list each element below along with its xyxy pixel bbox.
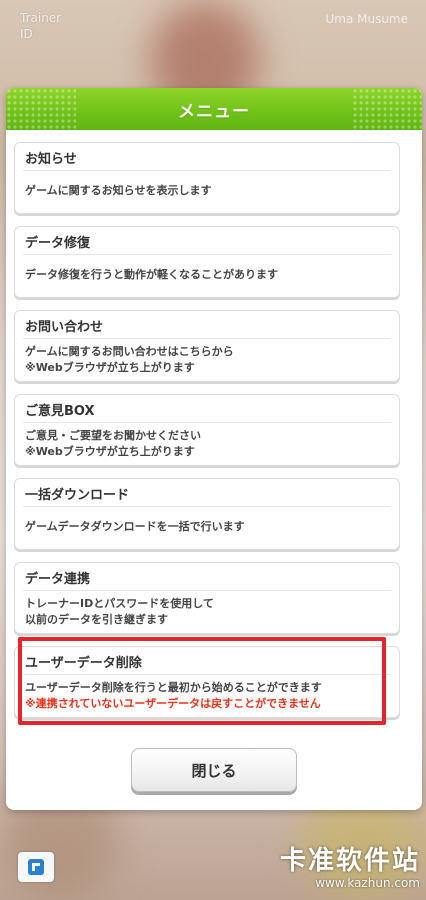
highlight-annotation-box [18,637,386,725]
background-header-right: Uma Musume [325,12,408,26]
menu-item-desc: トレーナーIDとパスワードを使用して [25,597,214,610]
divider [23,170,391,171]
menu-item-desc: ご意見・ご要望をお聞かせください [25,429,201,442]
menu-item-contact[interactable]: お問い合わせ ゲームに関するお問い合わせはこちらから ※Webブラウザが立ち上が… [14,310,400,382]
divider [23,254,391,255]
divider [23,506,391,507]
menu-item-notices[interactable]: お知らせ ゲームに関するお知らせを表示します [14,142,400,214]
watermark-url: www.kazhun.com [315,876,420,890]
background-header-text: Trainer ID [20,11,62,41]
menu-item-desc: ゲームデータダウンロードを一括で行います [25,520,245,533]
app-icon[interactable] [18,852,54,882]
menu-item-data-link[interactable]: データ連携 トレーナーIDとパスワードを使用して 以前のデータを引き継ぎます [14,562,400,634]
close-button[interactable]: 閉じる [131,748,297,792]
divider [23,422,391,423]
divider [23,338,391,339]
menu-item-desc: ゲームに関するお問い合わせはこちらから [25,345,234,358]
menu-item-note: ※Webブラウザが立ち上がります [25,445,195,458]
menu-item-title: 一括ダウンロード [25,488,130,503]
menu-item-title: データ修復 [25,236,91,251]
menu-item-note: ※Webブラウザが立ち上がります [25,361,195,374]
menu-item-title: お問い合わせ [25,320,104,335]
menu-item-bulk-download[interactable]: 一括ダウンロード ゲームデータダウンロードを一括で行います [14,478,400,550]
menu-item-feedback-box[interactable]: ご意見BOX ご意見・ご要望をお聞かせください ※Webブラウザが立ち上がります [14,394,400,466]
menu-header: メニュー [6,88,422,130]
app-logo-icon [28,859,44,875]
menu-item-title: データ連携 [25,572,91,587]
watermark: 卡准软件站 www.kazhun.com [280,846,420,890]
menu-title: メニュー [178,101,250,122]
menu-item-desc: ゲームに関するお知らせを表示します [25,184,212,197]
menu-item-desc-line2: 以前のデータを引き継ぎます [25,613,168,626]
watermark-main: 卡准软件站 [279,846,420,876]
divider [23,590,391,591]
menu-item-data-repair[interactable]: データ修復 データ修復を行うと動作が軽くなることがあります [14,226,400,298]
menu-item-title: お知らせ [25,152,77,167]
menu-item-title: ご意見BOX [25,404,95,419]
menu-item-desc: データ修復を行うと動作が軽くなることがあります [25,268,278,281]
